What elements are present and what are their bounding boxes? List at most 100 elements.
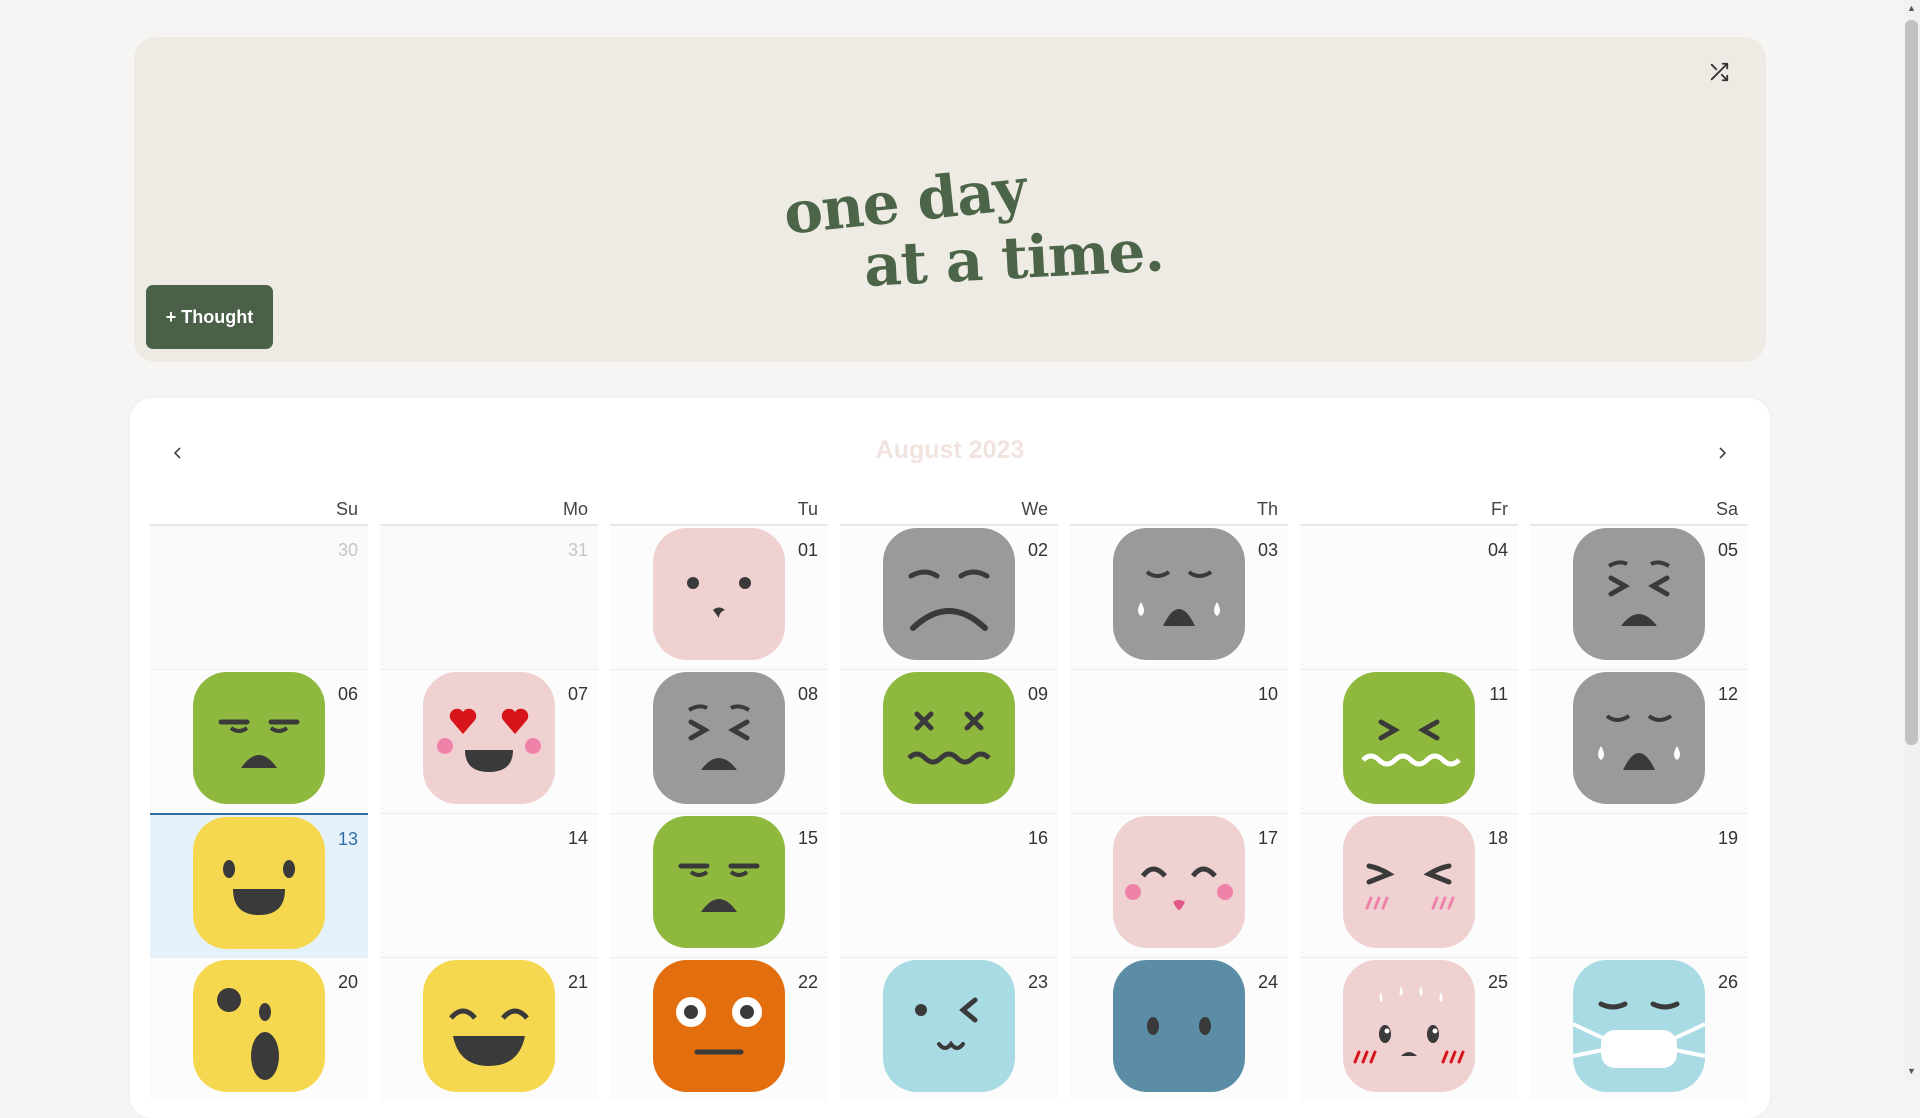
day-cell-19[interactable]: 19 xyxy=(1530,813,1748,957)
day-cell-17[interactable]: 17 xyxy=(1070,813,1288,957)
day-cell-06[interactable]: 06 xyxy=(150,669,368,813)
day-number: 31 xyxy=(567,540,588,560)
day-number: 19 xyxy=(1717,828,1738,848)
day-number: 06 xyxy=(337,684,358,704)
mood-pink-nervous-icon xyxy=(1343,960,1475,1092)
calendar-week: 20 21 22 23 24 25 26 xyxy=(150,957,1750,1101)
day-number: 23 xyxy=(1027,972,1048,992)
weekday-th: Th xyxy=(1070,493,1288,525)
mood-green-nauseous-icon xyxy=(1343,672,1475,804)
calendar-week: 30 31 01 02 03 04 05 xyxy=(150,525,1750,669)
day-cell-12[interactable]: 12 xyxy=(1530,669,1748,813)
day-number: 05 xyxy=(1717,540,1738,560)
day-cell-04[interactable]: 04 xyxy=(1300,525,1518,669)
hero-banner: one day at a time. + Thought xyxy=(134,37,1766,362)
day-cell-22[interactable]: 22 xyxy=(610,957,828,1101)
mood-gray-squint-icon xyxy=(653,672,785,804)
day-number: 18 xyxy=(1487,828,1508,848)
day-number: 03 xyxy=(1257,540,1278,560)
weekday-sa: Sa xyxy=(1530,493,1748,525)
day-cell-16[interactable]: 16 xyxy=(840,813,1058,957)
page-title: one day at a time. xyxy=(780,142,1165,302)
weekday-tu: Tu xyxy=(610,493,828,525)
day-number: 30 xyxy=(337,540,358,560)
day-number: 17 xyxy=(1257,828,1278,848)
mood-yellow-grin-icon xyxy=(423,960,555,1092)
day-cell-30[interactable]: 30 xyxy=(150,525,368,669)
mood-yellow-happy-icon xyxy=(193,817,325,949)
title-line-2: at a time. xyxy=(862,216,1166,300)
day-number: 13 xyxy=(337,829,358,849)
day-cell-07[interactable]: 07 xyxy=(380,669,598,813)
day-number: 16 xyxy=(1027,828,1048,848)
day-cell-15[interactable]: 15 xyxy=(610,813,828,957)
day-cell-11[interactable]: 11 xyxy=(1300,669,1518,813)
mood-green-dizzy-icon xyxy=(883,672,1015,804)
next-month-button[interactable] xyxy=(1702,433,1742,473)
weekday-su: Su xyxy=(150,493,368,525)
day-cell-09[interactable]: 09 xyxy=(840,669,1058,813)
day-cell-26[interactable]: 26 xyxy=(1530,957,1748,1101)
calendar-week: 13 14 15 16 17 18 19 xyxy=(150,813,1750,957)
day-cell-10[interactable]: 10 xyxy=(1070,669,1288,813)
day-number: 04 xyxy=(1487,540,1508,560)
mood-green-annoyed-icon xyxy=(653,816,785,948)
day-number: 09 xyxy=(1027,684,1048,704)
day-cell-14[interactable]: 14 xyxy=(380,813,598,957)
day-cell-05[interactable]: 05 xyxy=(1530,525,1748,669)
weekday-fr: Fr xyxy=(1300,493,1518,525)
day-cell-25[interactable]: 25 xyxy=(1300,957,1518,1101)
day-number: 22 xyxy=(797,972,818,992)
mood-blue-mask-icon xyxy=(1573,960,1705,1092)
add-thought-button[interactable]: + Thought xyxy=(146,285,273,349)
day-cell-20[interactable]: 20 xyxy=(150,957,368,1101)
mood-pink-shy-icon xyxy=(653,528,785,660)
day-number: 21 xyxy=(567,972,588,992)
day-cell-13[interactable]: 13 xyxy=(150,813,368,957)
day-number: 26 xyxy=(1717,972,1738,992)
mood-pink-heart-eyes-icon xyxy=(423,672,555,804)
day-number: 08 xyxy=(797,684,818,704)
day-number: 02 xyxy=(1027,540,1048,560)
day-number: 01 xyxy=(797,540,818,560)
shuffle-icon xyxy=(1710,62,1729,82)
day-number: 14 xyxy=(567,828,588,848)
weekday-we: We xyxy=(840,493,1058,525)
mood-yellow-surprised-icon xyxy=(193,960,325,1092)
day-cell-31[interactable]: 31 xyxy=(380,525,598,669)
day-cell-24[interactable]: 24 xyxy=(1070,957,1288,1101)
calendar-card: August 2023 Su Mo Tu We Th Fr Sa 30 31 01 02 03 04 0… xyxy=(130,398,1770,1118)
day-cell-02[interactable]: 02 xyxy=(840,525,1058,669)
day-cell-23[interactable]: 23 xyxy=(840,957,1058,1101)
day-number: 11 xyxy=(1489,684,1508,704)
weekday-header: Su Mo Tu We Th Fr Sa xyxy=(150,493,1750,525)
day-number: 24 xyxy=(1257,972,1278,992)
month-label: August 2023 xyxy=(875,436,1025,464)
mood-teal-plain-icon xyxy=(1113,960,1245,1092)
day-cell-18[interactable]: 18 xyxy=(1300,813,1518,957)
mood-gray-squint-icon xyxy=(1573,528,1705,660)
chevron-right-icon xyxy=(1719,447,1727,459)
mood-gray-crying-icon xyxy=(1113,528,1245,660)
day-cell-03[interactable]: 03 xyxy=(1070,525,1288,669)
day-number: 07 xyxy=(567,684,588,704)
scrollbar[interactable]: ▲ ▼ xyxy=(1903,0,1920,1080)
day-cell-21[interactable]: 21 xyxy=(380,957,598,1101)
calendar-grid: Su Mo Tu We Th Fr Sa 30 31 01 02 03 04 05 06 07 08 09 10 1… xyxy=(150,493,1750,1101)
mood-pink-giggle-icon xyxy=(1343,816,1475,948)
scrollbar-thumb[interactable] xyxy=(1905,20,1918,745)
weekday-mo: Mo xyxy=(380,493,598,525)
mood-pink-content-icon xyxy=(1113,816,1245,948)
scroll-down-arrow[interactable]: ▼ xyxy=(1906,1066,1917,1077)
day-number: 15 xyxy=(797,828,818,848)
day-cell-08[interactable]: 08 xyxy=(610,669,828,813)
mood-orange-neutral-icon xyxy=(653,960,785,1092)
shuffle-button[interactable] xyxy=(1698,51,1740,93)
scroll-up-arrow[interactable]: ▲ xyxy=(1906,3,1917,14)
mood-blue-wink-icon xyxy=(883,960,1015,1092)
day-number: 20 xyxy=(337,972,358,992)
mood-gray-crying-icon xyxy=(1573,672,1705,804)
day-number: 25 xyxy=(1487,972,1508,992)
mood-green-annoyed-icon xyxy=(193,672,325,804)
day-cell-01[interactable]: 01 xyxy=(610,525,828,669)
